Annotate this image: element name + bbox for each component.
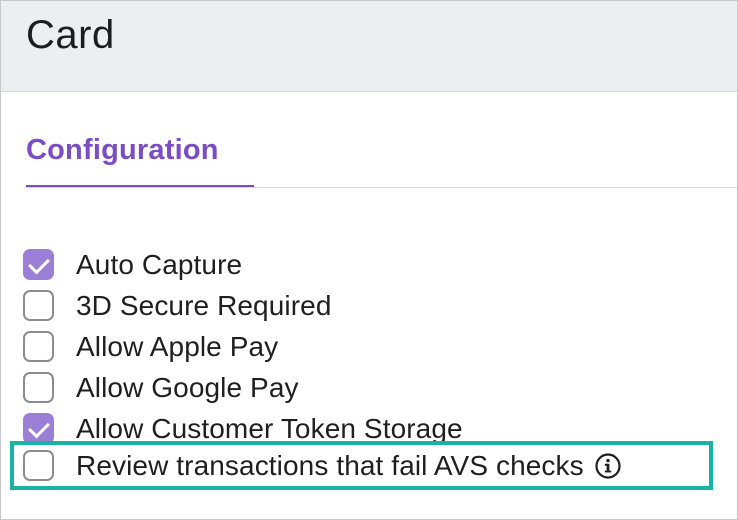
allow-apple-pay-label: Allow Apple Pay bbox=[76, 330, 279, 362]
info-icon[interactable] bbox=[594, 452, 622, 480]
option-review-failed-avs[interactable]: Review transactions that fail AVS checks bbox=[23, 445, 622, 486]
option-allow-customer-token-storage[interactable]: Allow Customer Token Storage bbox=[23, 408, 723, 449]
option-auto-capture[interactable]: Auto Capture bbox=[23, 244, 723, 285]
allow-customer-token-storage-label: Allow Customer Token Storage bbox=[76, 412, 463, 444]
review-failed-avs-label: Review transactions that fail AVS checks bbox=[76, 449, 584, 481]
tab-configuration-label: Configuration bbox=[26, 134, 219, 166]
auto-capture-checkbox[interactable] bbox=[23, 249, 54, 280]
panel-title: Card bbox=[26, 13, 115, 57]
3d-secure-required-label: 3D Secure Required bbox=[76, 289, 332, 321]
panel-header: Card bbox=[1, 1, 737, 92]
review-failed-avs-checkbox[interactable] bbox=[23, 450, 54, 481]
option-allow-google-pay[interactable]: Allow Google Pay bbox=[23, 367, 723, 408]
auto-capture-label: Auto Capture bbox=[76, 248, 243, 280]
allow-google-pay-label: Allow Google Pay bbox=[76, 371, 299, 403]
allow-google-pay-checkbox[interactable] bbox=[23, 372, 54, 403]
allow-customer-token-storage-checkbox[interactable] bbox=[23, 413, 54, 444]
card-settings-panel: Card Configuration Auto Capture 3D Secur… bbox=[0, 0, 738, 520]
option-allow-apple-pay[interactable]: Allow Apple Pay bbox=[23, 326, 723, 367]
option-3d-secure-required[interactable]: 3D Secure Required bbox=[23, 285, 723, 326]
configuration-options: Auto Capture 3D Secure Required Allow Ap… bbox=[23, 244, 723, 449]
tab-bar-divider bbox=[26, 187, 737, 188]
allow-apple-pay-checkbox[interactable] bbox=[23, 331, 54, 362]
tab-configuration[interactable]: Configuration bbox=[26, 127, 254, 188]
3d-secure-required-checkbox[interactable] bbox=[23, 290, 54, 321]
